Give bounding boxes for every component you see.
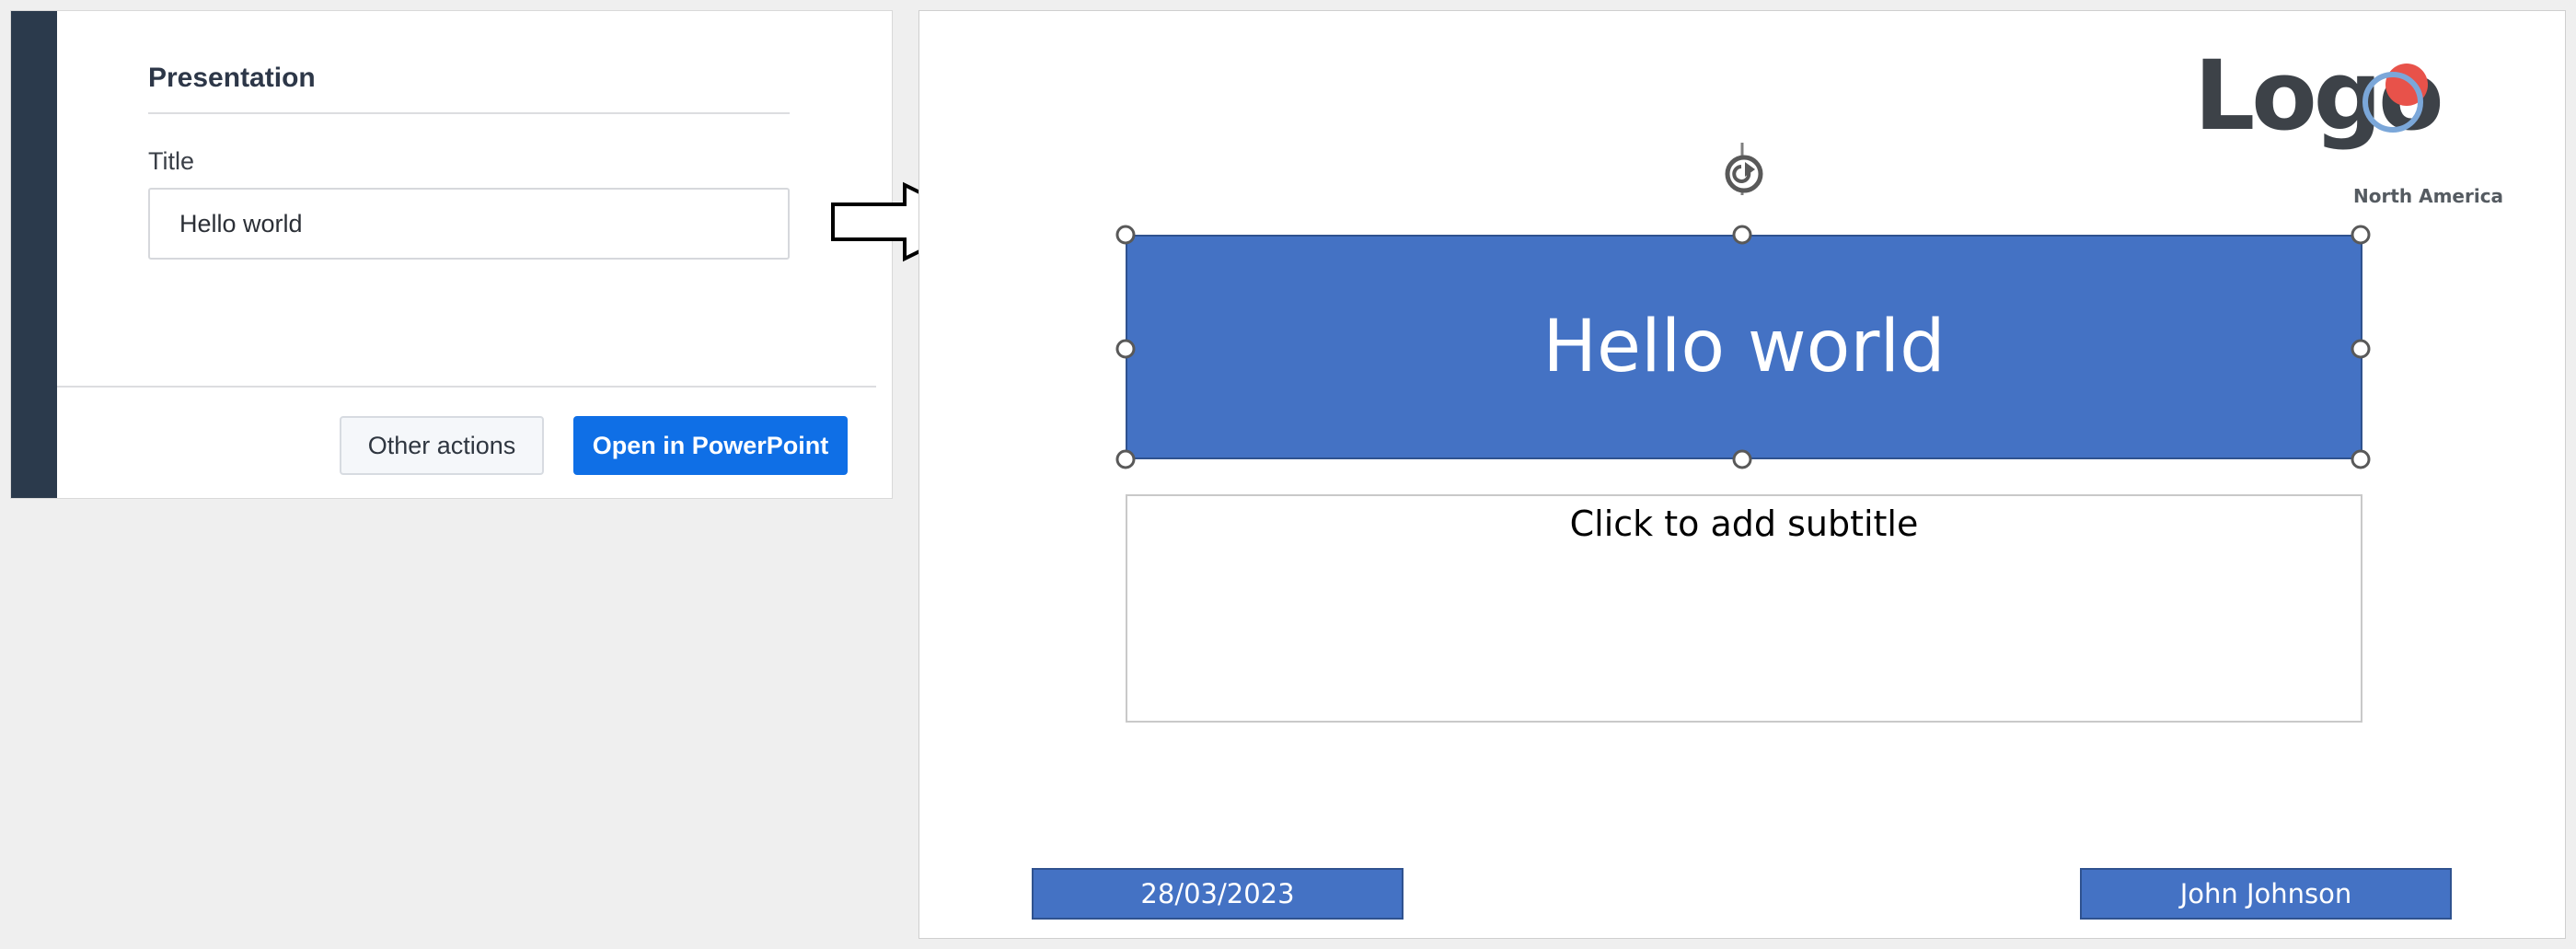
title-label: Title: [148, 147, 195, 175]
presentation-form-panel: Presentation Title Other actions Open in…: [10, 10, 893, 499]
open-in-powerpoint-button[interactable]: Open in PowerPoint: [573, 416, 848, 475]
slide-canvas: Logo North America Hello world Click to …: [918, 10, 2566, 939]
resize-handle-top-center[interactable]: [1732, 225, 1752, 245]
slide-title-box[interactable]: Hello world: [1126, 235, 2362, 459]
title-input[interactable]: [148, 188, 790, 260]
sidebar: [11, 11, 57, 498]
slide-subtitle-box[interactable]: Click to add subtitle: [1126, 494, 2362, 723]
form-heading: Presentation: [148, 63, 316, 93]
resize-handle-bottom-center[interactable]: [1732, 449, 1752, 469]
resize-handle-bottom-left[interactable]: [1115, 449, 1136, 469]
slide-title: Hello world: [1542, 306, 1946, 388]
logo: Logo North America: [2194, 48, 2503, 223]
slide-date[interactable]: 28/03/2023: [1032, 868, 1404, 920]
heading-divider: [148, 112, 790, 114]
resize-handle-middle-left[interactable]: [1115, 339, 1136, 359]
resize-handle-bottom-right[interactable]: [2351, 449, 2371, 469]
footer-divider: [57, 386, 876, 388]
rotate-handle-icon[interactable]: [1725, 155, 1763, 193]
screen: Presentation Title Other actions Open in…: [0, 0, 2576, 949]
resize-handle-top-right[interactable]: [2351, 225, 2371, 245]
resize-handle-top-left[interactable]: [1115, 225, 1136, 245]
subtitle-placeholder: Click to add subtitle: [1569, 503, 1919, 544]
logo-region: North America: [2353, 185, 2504, 207]
resize-handle-middle-right[interactable]: [2351, 339, 2371, 359]
slide-author[interactable]: John Johnson: [2080, 868, 2452, 920]
other-actions-button[interactable]: Other actions: [340, 416, 544, 475]
logo-circles-icon: [2362, 64, 2428, 133]
